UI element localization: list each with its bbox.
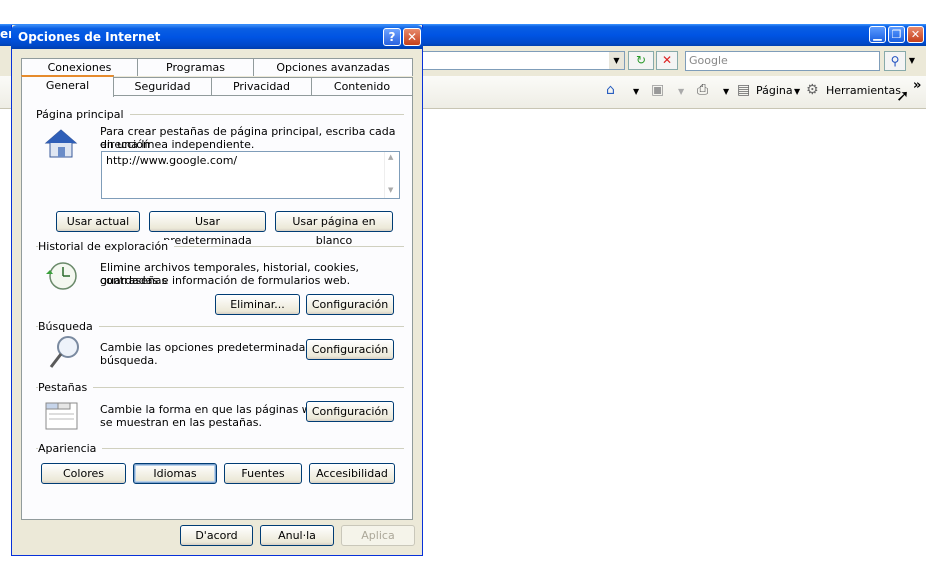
history-group-title: Historial de exploración	[38, 240, 175, 253]
print-icon[interactable]: ⎙	[697, 82, 708, 98]
print-dropdown-icon[interactable]: ▼	[723, 87, 729, 96]
address-bar[interactable]	[415, 51, 625, 70]
search-icon[interactable]: ⚲	[884, 51, 906, 71]
search-settings-button[interactable]: Configuración	[306, 339, 394, 360]
address-dropdown-icon[interactable]: ▼	[609, 52, 624, 69]
tab-privacy[interactable]: Privacidad	[211, 77, 312, 95]
history-settings-button[interactable]: Configuración	[306, 294, 394, 315]
feeds-icon[interactable]: ▣	[651, 82, 664, 98]
dialog-title: Opciones de Internet	[18, 30, 161, 44]
refresh-icon[interactable]: ↻	[628, 51, 654, 70]
tab-content[interactable]: Contenido	[311, 77, 413, 95]
search-dropdown-icon[interactable]: ▼	[906, 51, 918, 71]
search-input[interactable]: Google	[685, 51, 880, 71]
colors-button[interactable]: Colores	[41, 463, 126, 484]
more-commands-chevron[interactable]: »	[913, 78, 921, 93]
minimize-button[interactable]: ▁	[869, 26, 886, 43]
restore-button[interactable]: ❐	[888, 26, 905, 43]
fonts-button[interactable]: Fuentes	[224, 463, 302, 484]
delete-history-button[interactable]: Eliminar...	[215, 294, 300, 315]
window-close-button[interactable]: ✕	[907, 26, 924, 43]
gear-icon[interactable]: ⚙	[806, 82, 819, 98]
home-page-textarea[interactable]: http://www.google.com/ ▲ ▼	[101, 151, 400, 199]
accessibility-button[interactable]: Accesibilidad	[309, 463, 395, 484]
general-tab-panel: Página principal Para crear pestañas de …	[21, 95, 413, 520]
history-clock-icon	[46, 262, 77, 290]
apply-button: Aplica	[341, 525, 415, 546]
tools-menu-label[interactable]: Herramientas	[826, 84, 901, 97]
tabs-group-title: Pestañas	[38, 381, 94, 394]
stop-icon[interactable]: ✕	[656, 51, 678, 70]
page-icon[interactable]: ▤	[737, 82, 750, 98]
history-description-line2: guardadas e información de formularios w…	[100, 274, 351, 287]
magnifier-icon	[49, 336, 79, 368]
tabs-icon	[45, 402, 78, 430]
use-blank-button[interactable]: Usar página en blanco	[275, 211, 393, 247]
use-default-button[interactable]: Usar predeterminada	[149, 211, 266, 247]
page-menu-label[interactable]: Página	[756, 84, 793, 97]
home-icon[interactable]: ⌂	[606, 82, 615, 98]
languages-button[interactable]: Idiomas	[133, 463, 217, 484]
home-group-title: Página principal	[36, 108, 130, 121]
tab-security[interactable]: Seguridad	[113, 77, 212, 95]
feeds-dropdown-icon: ▼	[678, 87, 685, 96]
page-dropdown-icon[interactable]: ▼	[794, 87, 800, 96]
tabs-description-line1: Cambie la forma en que las páginas web	[100, 403, 325, 416]
textarea-scrollbar[interactable]: ▲ ▼	[384, 152, 399, 198]
tabs-description-line2: se muestran en las pestañas.	[100, 416, 262, 429]
tab-programs[interactable]: Programas	[137, 58, 254, 76]
ok-button[interactable]: D'acord	[180, 525, 253, 546]
search-description-line2: búsqueda.	[100, 354, 158, 367]
tabs-settings-button[interactable]: Configuración	[306, 401, 394, 422]
help-button[interactable]: ?	[383, 28, 401, 46]
use-current-button[interactable]: Usar actual	[56, 211, 140, 232]
dialog-title-bar[interactable]: Opciones de Internet ? ✕	[11, 25, 423, 49]
search-group-title: Búsqueda	[38, 320, 99, 333]
tab-general[interactable]: General	[21, 75, 114, 97]
home-icon	[44, 129, 78, 158]
cancel-button[interactable]: Anul·la	[260, 525, 334, 546]
appearance-group-title: Apariencia	[38, 442, 103, 455]
mouse-cursor-icon: ➚	[896, 86, 910, 105]
internet-options-dialog: Opciones de Internet ? ✕ Conexiones Prog…	[11, 25, 423, 556]
tab-connections[interactable]: Conexiones	[21, 58, 138, 76]
scroll-down-icon[interactable]: ▼	[388, 186, 393, 194]
close-button[interactable]: ✕	[403, 28, 421, 46]
home-page-url: http://www.google.com/	[106, 154, 238, 167]
home-description-line2: en una línea independiente.	[100, 138, 255, 151]
tab-advanced[interactable]: Opciones avanzadas	[253, 58, 413, 76]
search-description-line1: Cambie las opciones predeterminadas de	[100, 341, 329, 354]
scroll-up-icon[interactable]: ▲	[388, 153, 393, 161]
home-dropdown-icon[interactable]: ▼	[633, 87, 639, 96]
